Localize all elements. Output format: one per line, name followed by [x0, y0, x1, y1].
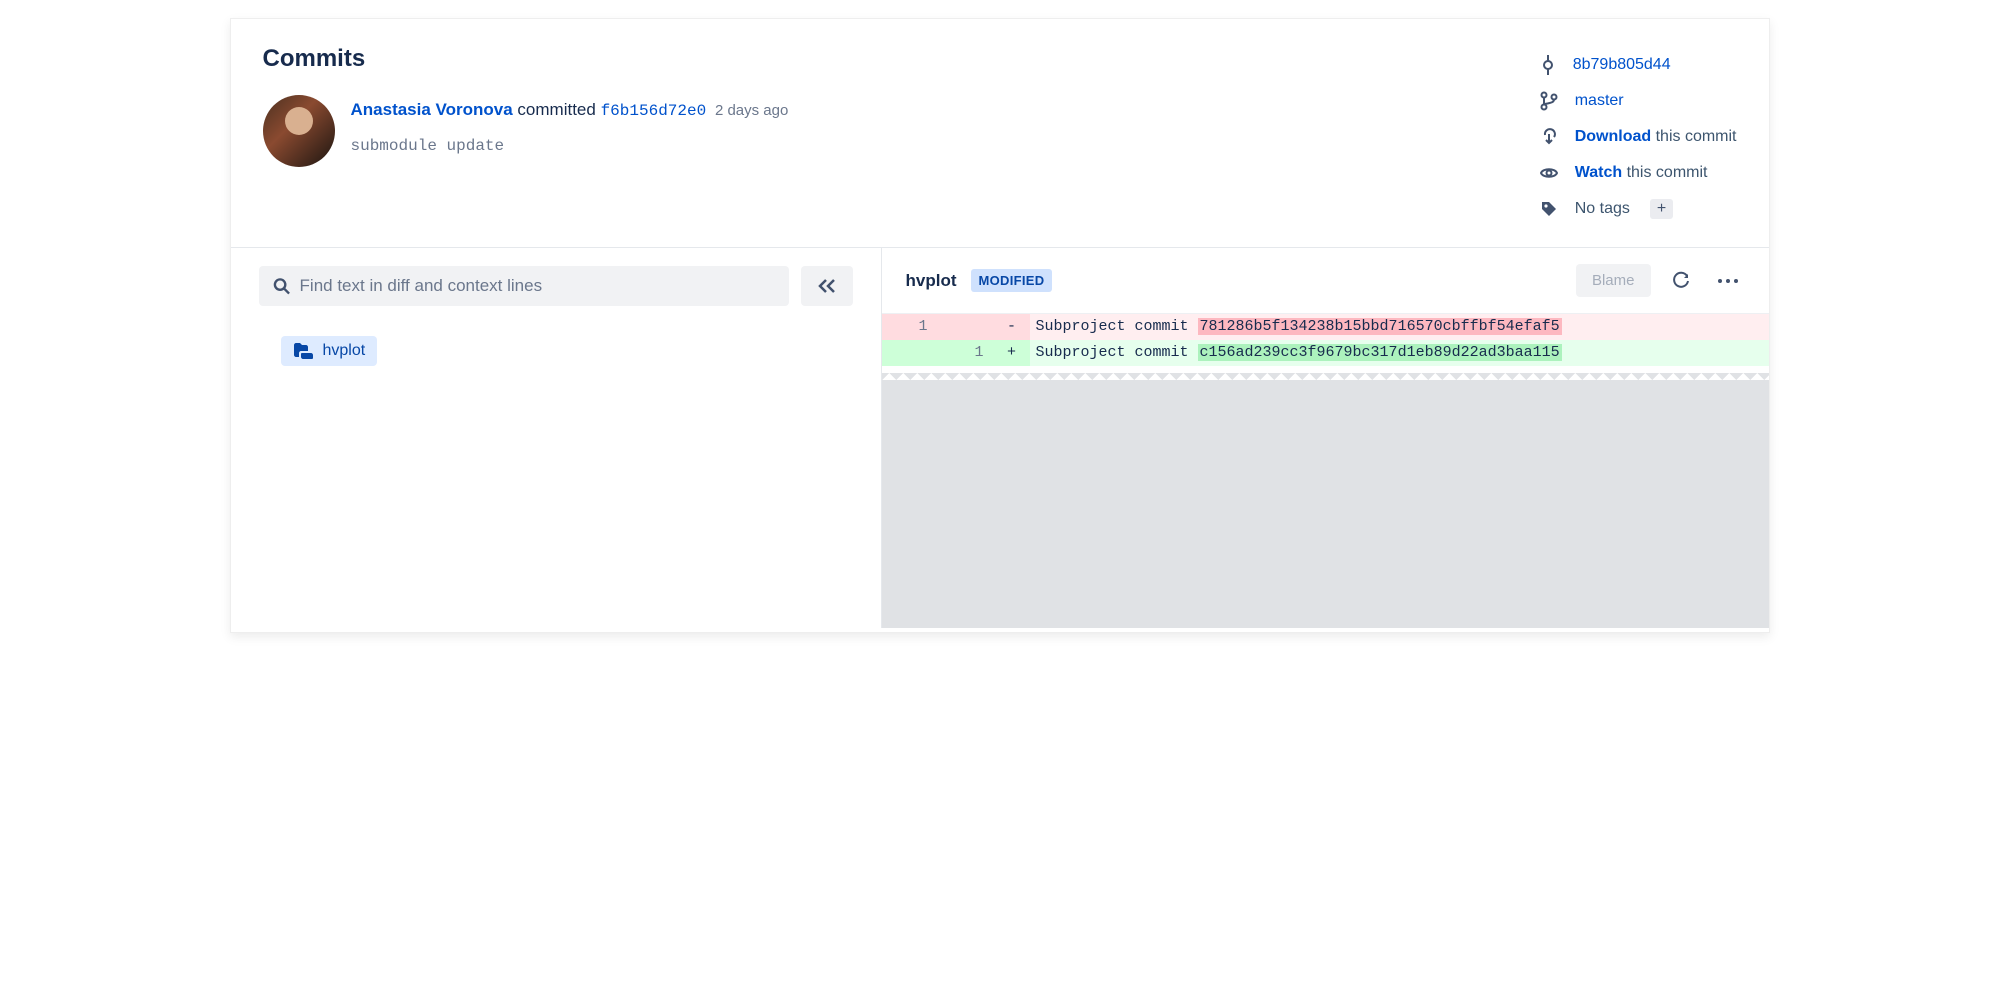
left-pane: hvplot	[231, 248, 881, 628]
download-link[interactable]: Download this commit	[1575, 128, 1737, 146]
diff-end-zigzag	[882, 366, 1769, 380]
blame-button[interactable]: Blame	[1576, 264, 1651, 297]
header: Commits Anastasia Voronova committed f6b…	[231, 19, 1769, 247]
commit-message: submodule update	[351, 137, 789, 155]
avatar[interactable]	[263, 95, 335, 167]
commit-relative-time: 2 days ago	[715, 102, 788, 119]
side-actions: 8b79b805d44 master Download this commit …	[1539, 45, 1737, 227]
line-number-old	[882, 340, 938, 366]
refresh-button[interactable]	[1665, 265, 1697, 297]
commit-meta: Anastasia Voronova committed f6b156d72e0…	[263, 95, 789, 167]
diff-row-removed: 1 - Subproject commit 781286b5f134238b15…	[882, 314, 1769, 340]
diff-row-added: 1 + Subproject commit c156ad239cc3f9679b…	[882, 340, 1769, 366]
commit-line: Anastasia Voronova committed f6b156d72e0…	[351, 95, 789, 123]
line-number-old: 1	[882, 314, 938, 340]
branch-row: master	[1539, 83, 1737, 119]
diff-header: hvplot MODIFIED Blame	[882, 248, 1769, 314]
file-tree-item-label: hvplot	[323, 342, 366, 360]
commit-text-block: Anastasia Voronova committed f6b156d72e0…	[351, 95, 789, 167]
watch-link[interactable]: Watch this commit	[1575, 164, 1708, 182]
search-box[interactable]	[259, 266, 789, 306]
chevron-double-left-icon	[817, 278, 837, 294]
collapse-sidebar-button[interactable]	[801, 266, 853, 306]
author-link[interactable]: Anastasia Voronova	[351, 100, 513, 119]
content-split: hvplot hvplot MODIFIED Blame 1	[231, 247, 1769, 628]
add-tag-button[interactable]: +	[1650, 199, 1673, 219]
line-number-new	[938, 314, 994, 340]
diff-filename: hvplot	[906, 271, 957, 291]
file-tree-item-hvplot[interactable]: hvplot	[281, 336, 378, 366]
more-actions-button[interactable]	[1711, 272, 1745, 290]
download-row: Download this commit	[1539, 119, 1737, 155]
submodule-icon	[293, 343, 313, 359]
modified-badge: MODIFIED	[971, 269, 1053, 292]
file-tree: hvplot	[259, 336, 853, 366]
diff-sign: +	[994, 340, 1030, 366]
parent-hash-link[interactable]: 8b79b805d44	[1573, 56, 1671, 74]
commits-page: Commits Anastasia Voronova committed f6b…	[230, 18, 1770, 633]
parent-commit-row: 8b79b805d44	[1539, 47, 1737, 83]
committed-word: committed	[517, 100, 595, 119]
tag-icon	[1539, 199, 1559, 219]
line-number-new: 1	[938, 340, 994, 366]
diff-sign: -	[994, 314, 1030, 340]
no-tags-text: No tags	[1575, 200, 1630, 218]
more-horizontal-icon	[1717, 278, 1739, 284]
search-icon	[273, 277, 290, 295]
diff-code-added: Subproject commit c156ad239cc3f9679bc317…	[1030, 340, 1769, 366]
search-input[interactable]	[300, 276, 775, 296]
commit-node-icon	[1539, 55, 1557, 75]
watch-row: Watch this commit	[1539, 155, 1737, 191]
search-row	[259, 266, 853, 306]
eye-icon	[1539, 163, 1559, 183]
page-title: Commits	[263, 45, 789, 73]
download-icon	[1539, 127, 1559, 147]
diff-empty-area	[882, 380, 1769, 628]
commit-hash-link[interactable]: f6b156d72e0	[601, 102, 707, 120]
refresh-icon	[1671, 271, 1691, 291]
branch-link[interactable]: master	[1575, 92, 1624, 110]
branch-icon	[1539, 91, 1559, 111]
diff-pane: hvplot MODIFIED Blame 1 - Subproject com…	[881, 248, 1769, 628]
diff-body: 1 - Subproject commit 781286b5f134238b15…	[882, 314, 1769, 366]
header-left: Commits Anastasia Voronova committed f6b…	[263, 45, 789, 227]
tags-row: No tags +	[1539, 191, 1737, 227]
diff-code-removed: Subproject commit 781286b5f134238b15bbd7…	[1030, 314, 1769, 340]
